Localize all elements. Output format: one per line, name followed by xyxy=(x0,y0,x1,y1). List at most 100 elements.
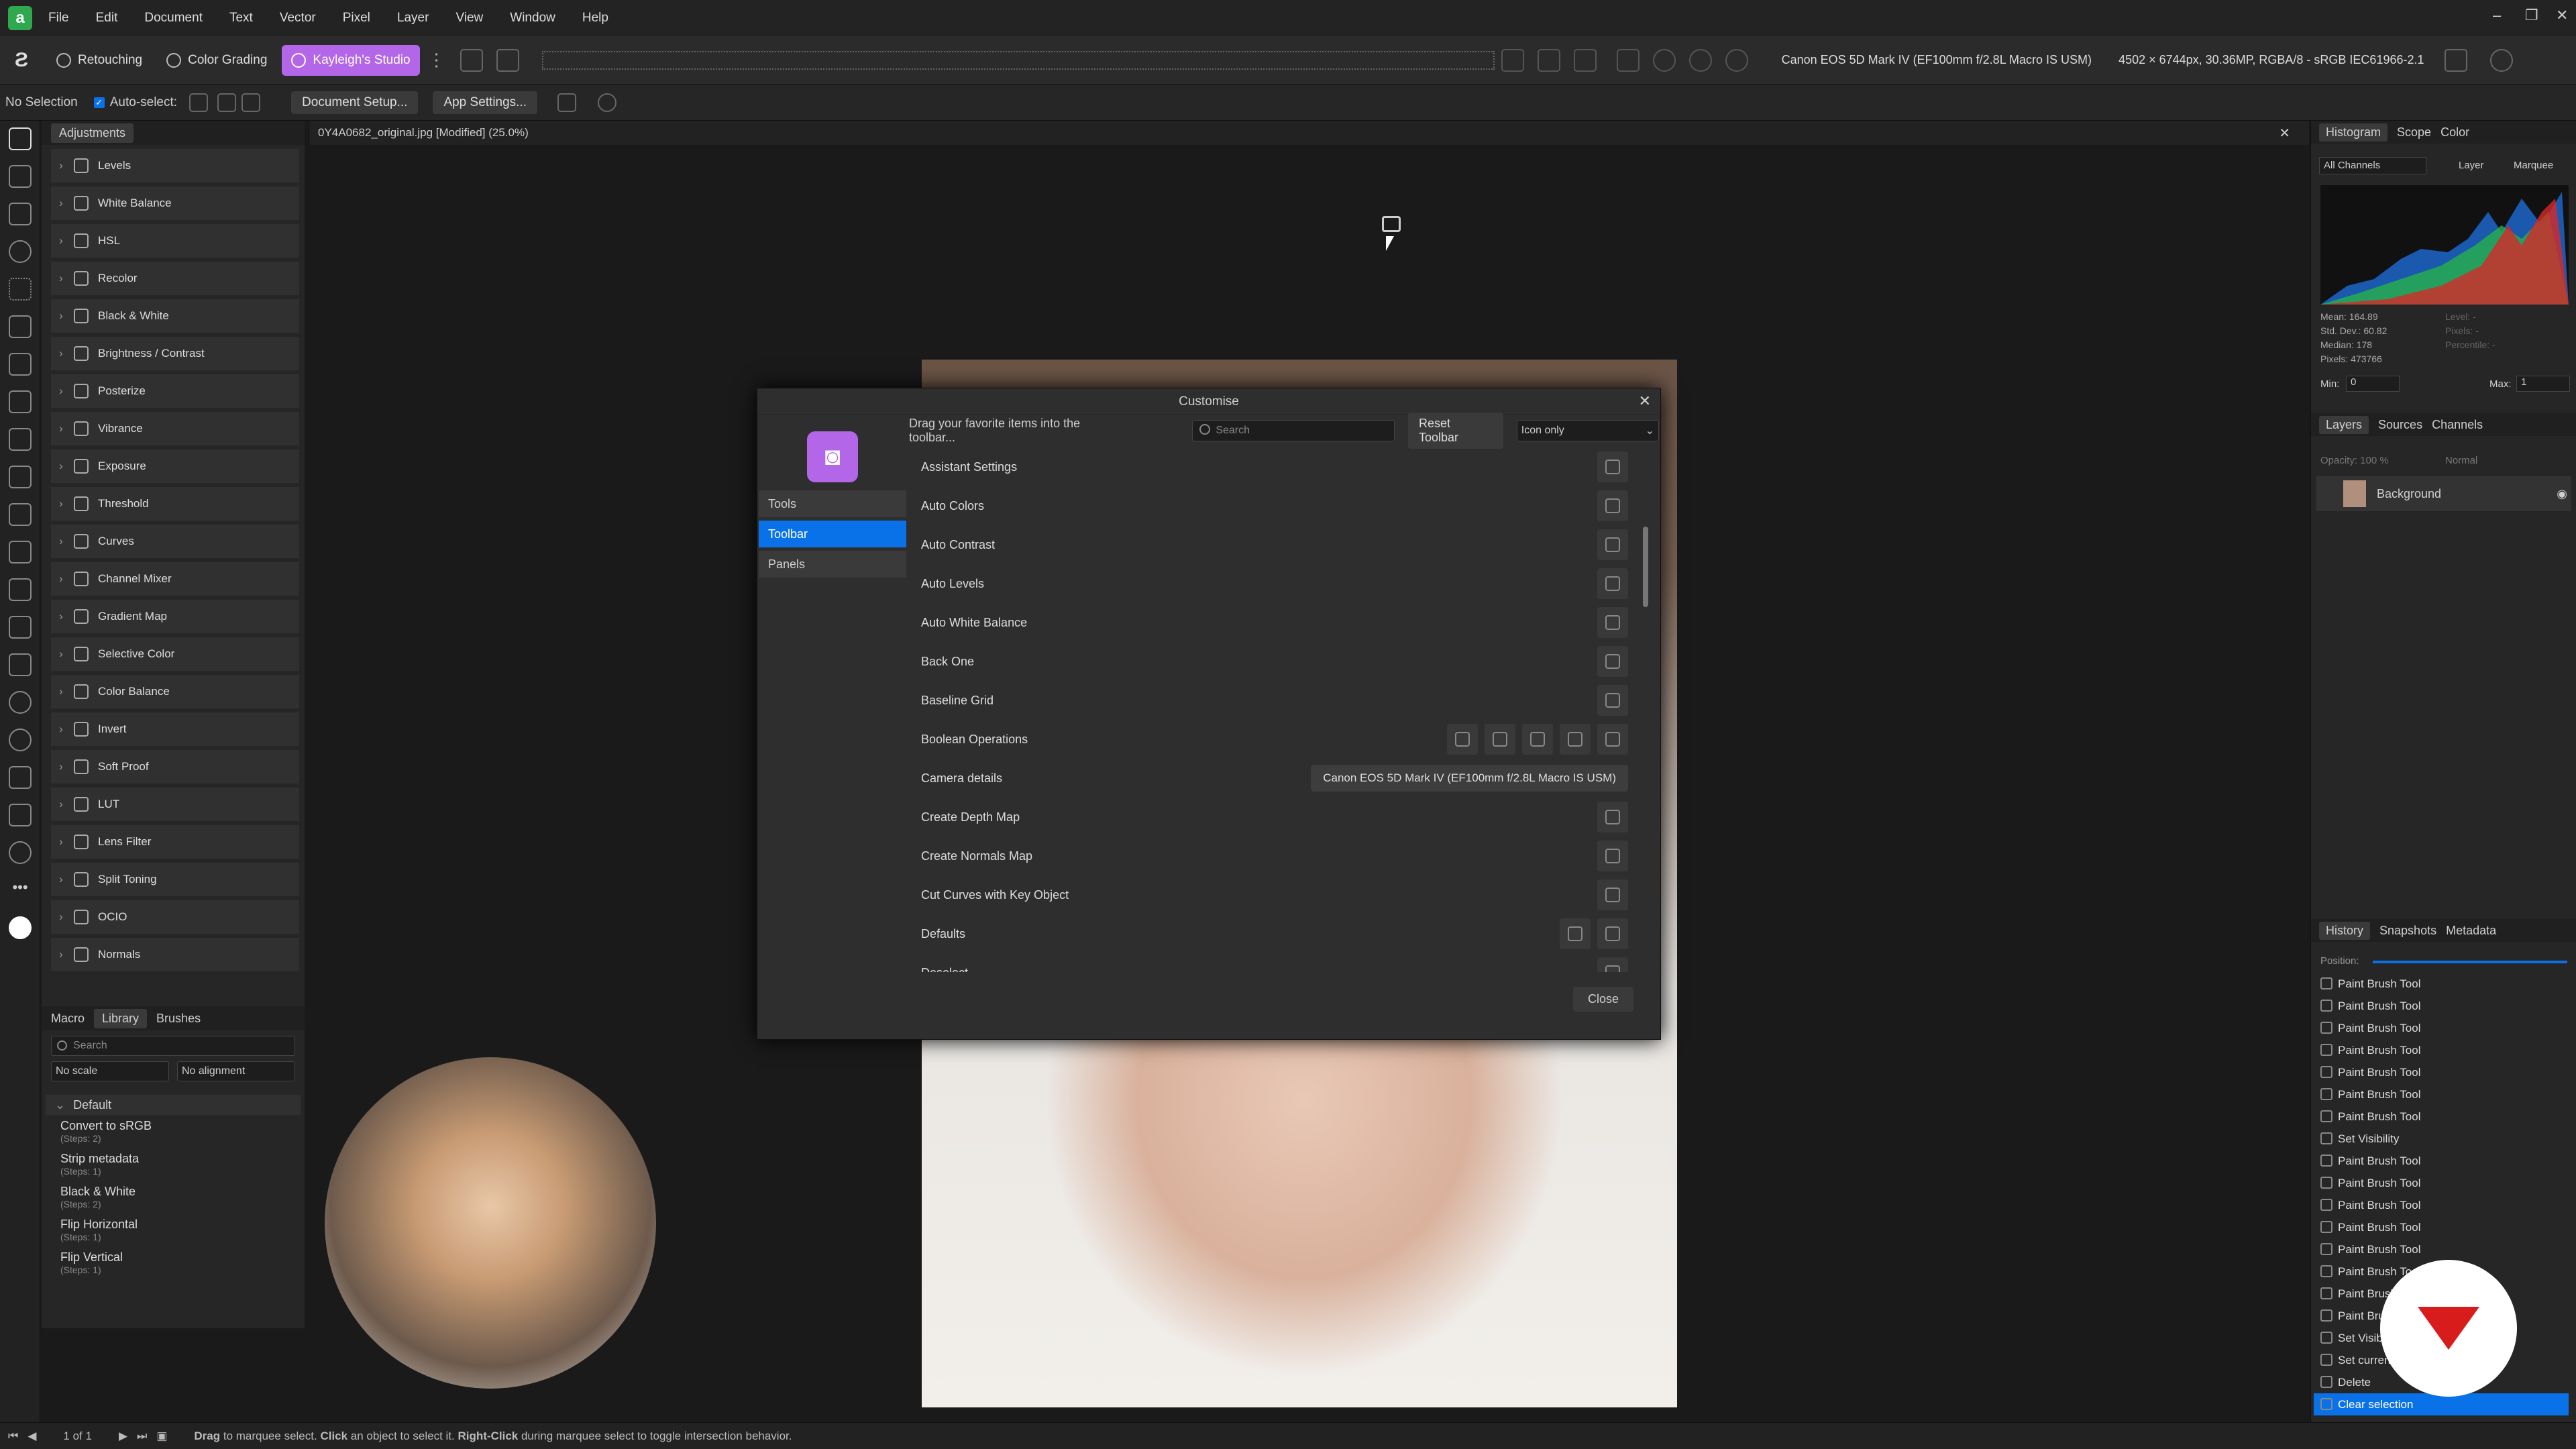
select-layer-icon[interactable] xyxy=(241,93,261,112)
max-input[interactable]: 1 xyxy=(2516,376,2570,392)
more-tools-icon[interactable]: ••• xyxy=(9,879,32,902)
opacity-control[interactable]: Opacity: 100 % xyxy=(2320,455,2389,466)
adjustment-item[interactable]: › Vibrance xyxy=(51,412,299,445)
toolbar-item-row[interactable]: Baseline Grid xyxy=(909,681,1640,720)
list-scrollbar[interactable] xyxy=(1643,447,1650,972)
macro-group-header[interactable]: ⌄ Default xyxy=(46,1095,301,1115)
prev-page-icon[interactable]: ◀ xyxy=(28,1430,36,1443)
toolbar-slot-icon[interactable] xyxy=(1573,48,1597,72)
select-group-icon[interactable] xyxy=(217,93,237,112)
reset-toolbar-button[interactable]: Reset Toolbar xyxy=(1407,413,1503,449)
toolbar-item-icon[interactable] xyxy=(1597,607,1628,638)
toolbar-slot-icon[interactable] xyxy=(1501,48,1524,72)
adjustment-item[interactable]: › Levels xyxy=(51,149,299,182)
library-search-input[interactable]: Search xyxy=(51,1036,295,1056)
adjustment-item[interactable]: › Selective Color xyxy=(51,637,299,671)
pen-tool-icon[interactable] xyxy=(9,766,32,789)
macro-item[interactable]: Convert to sRGB (Steps: 2) xyxy=(42,1115,305,1148)
macro-item[interactable]: Flip Horizontal (Steps: 1) xyxy=(42,1214,305,1246)
toolbar-item-icon[interactable] xyxy=(1597,568,1628,599)
toolbar-item-icon[interactable] xyxy=(1597,451,1628,482)
first-page-icon[interactable]: ⏮ xyxy=(8,1430,18,1443)
color-swatch-icon[interactable] xyxy=(9,916,32,939)
adjustment-item[interactable]: › Threshold xyxy=(51,487,299,521)
visibility-eye-icon[interactable]: ◉ xyxy=(2557,487,2567,501)
toolbar-item-row[interactable]: Assistant Settings xyxy=(909,447,1640,486)
toolbar-item-row[interactable]: Auto Levels xyxy=(909,564,1640,603)
marquee-option[interactable]: Marquee xyxy=(2514,160,2553,171)
healing-brush-icon[interactable] xyxy=(9,616,32,639)
menu-view[interactable]: View xyxy=(455,11,483,25)
adjustment-item[interactable]: › Exposure xyxy=(51,449,299,483)
boolean-op-icon[interactable] xyxy=(1522,724,1553,755)
patch-tool-icon[interactable] xyxy=(9,653,32,676)
toolbar-item-row[interactable]: Defaults xyxy=(909,914,1640,953)
checkbox-icon[interactable]: ✓ xyxy=(93,97,105,108)
move-tool-icon[interactable] xyxy=(9,127,32,150)
auto-white-balance-icon[interactable] xyxy=(1725,48,1748,72)
toolbar-item-icon[interactable] xyxy=(1597,802,1628,833)
menu-document[interactable]: Document xyxy=(144,11,203,25)
toolbar-item-icon[interactable] xyxy=(1597,957,1628,972)
adjustment-item[interactable]: › Color Balance xyxy=(51,675,299,708)
erase-brush-icon[interactable] xyxy=(9,466,32,488)
close-button[interactable]: Close xyxy=(1572,987,1633,1012)
tab-metadata[interactable]: Metadata xyxy=(2446,924,2496,938)
pencil-icon[interactable] xyxy=(9,428,32,451)
alignment-dropdown[interactable]: No alignment xyxy=(177,1061,295,1081)
tab-brushes[interactable]: Brushes xyxy=(156,1012,201,1026)
boolean-op-icon[interactable] xyxy=(1597,724,1628,755)
menu-edit[interactable]: Edit xyxy=(96,11,118,25)
menu-text[interactable]: Text xyxy=(229,11,253,25)
snapping-icon[interactable] xyxy=(557,93,577,112)
auto-colors-icon[interactable] xyxy=(1688,48,1712,72)
tab-color[interactable]: Color xyxy=(2440,125,2469,140)
toolbar-slot-icon[interactable] xyxy=(1537,48,1560,72)
camera-toolbar-icon[interactable] xyxy=(460,48,483,72)
color-replacement-icon[interactable] xyxy=(9,353,32,376)
toolbar-item-row[interactable]: Camera details Canon EOS 5D Mark IV (EF10… xyxy=(909,759,1640,798)
history-item[interactable]: Paint Brush Tool xyxy=(2314,1083,2569,1106)
adjustment-item[interactable]: › Curves xyxy=(51,525,299,558)
adjustment-item[interactable]: › Posterize xyxy=(51,374,299,408)
toolbar-item-icon[interactable] xyxy=(1597,490,1628,521)
toolbar-item-row[interactable]: Back One xyxy=(909,642,1640,681)
boolean-op-icon[interactable] xyxy=(1447,724,1478,755)
menu-help[interactable]: Help xyxy=(582,11,608,25)
toolbar-item-icon[interactable] xyxy=(1597,879,1628,910)
scale-dropdown[interactable]: No scale xyxy=(51,1061,169,1081)
close-document-icon[interactable]: ✕ xyxy=(2279,125,2290,142)
more-options-icon[interactable]: ⋮ xyxy=(428,50,445,70)
document-tab[interactable]: 0Y4A0682_original.jpg [Modified] (25.0%)… xyxy=(310,121,2309,145)
adjustment-item[interactable]: › Soft Proof xyxy=(51,750,299,784)
clone-brush-icon[interactable] xyxy=(9,541,32,564)
adjustment-item[interactable]: › HSL xyxy=(51,224,299,258)
zoom-tool-icon[interactable] xyxy=(9,841,32,864)
history-item[interactable]: Paint Brush Tool xyxy=(2314,1150,2569,1172)
close-window-icon[interactable]: ✕ xyxy=(2556,7,2568,24)
toolbar-item-icon[interactable] xyxy=(1597,841,1628,871)
menu-file[interactable]: File xyxy=(48,11,69,25)
sidebar-item-panels[interactable]: Panels xyxy=(759,551,906,578)
camera-details-widget[interactable]: Canon EOS 5D Mark IV (EF100mm f/2.8L Mac… xyxy=(1311,765,1628,792)
layer-row-background[interactable]: Background ◉ xyxy=(2316,476,2571,511)
select-arrow-icon[interactable] xyxy=(189,93,209,112)
camera-drag-icon[interactable] xyxy=(1382,216,1401,232)
link-icon[interactable] xyxy=(2444,48,2467,72)
autoselect-toggle[interactable]: ✓ Auto-select: xyxy=(93,95,177,110)
history-item[interactable]: Clear selection xyxy=(2314,1393,2569,1415)
history-item[interactable]: Paint Brush Tool xyxy=(2314,1106,2569,1128)
history-item[interactable]: Paint Brush Tool xyxy=(2314,1216,2569,1238)
macro-item[interactable]: Flip Vertical (Steps: 1) xyxy=(42,1246,305,1279)
toolbar-item-row[interactable]: Create Depth Map xyxy=(909,798,1640,837)
toolbar-item-row[interactable]: Deselect xyxy=(909,953,1640,972)
defaults-icon[interactable] xyxy=(1597,918,1628,949)
gear-icon[interactable] xyxy=(598,93,617,112)
page-icon[interactable]: ▣ xyxy=(156,1430,167,1443)
persona-color-grading[interactable]: Color Grading xyxy=(157,45,276,76)
toolbar-item-row[interactable]: Auto White Balance xyxy=(909,603,1640,642)
next-page-icon[interactable]: ▶ xyxy=(119,1430,127,1443)
tab-sources[interactable]: Sources xyxy=(2378,418,2422,432)
tab-layers[interactable]: Layers xyxy=(2319,415,2369,434)
toolbar-item-row[interactable]: Create Normals Map xyxy=(909,837,1640,875)
